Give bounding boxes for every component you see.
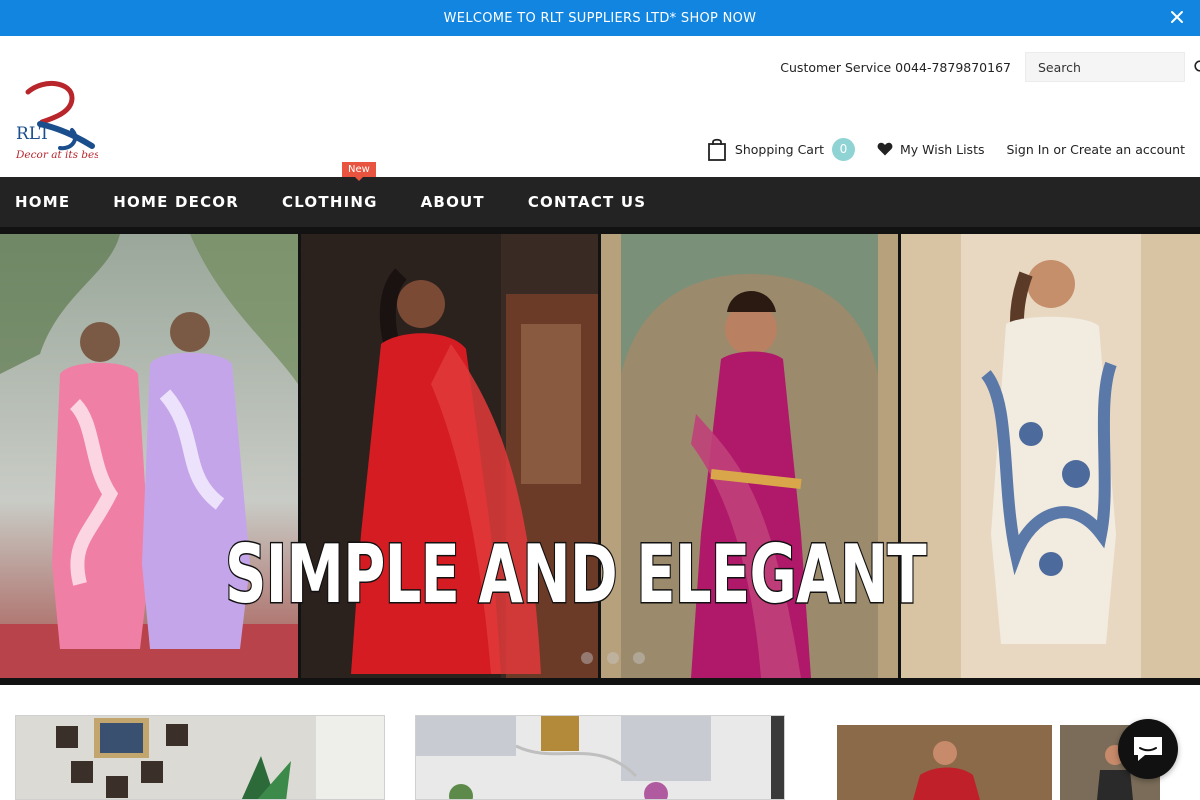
slider-dots xyxy=(581,652,645,664)
logo-mark: RLT Decor at its best xyxy=(15,80,105,161)
chat-button[interactable] xyxy=(1118,719,1178,779)
logo-tagline: Decor at its best xyxy=(15,149,98,161)
chat-icon xyxy=(1134,737,1162,761)
logo-wordmark: RLT xyxy=(16,124,51,144)
cart-link[interactable]: Shopping Cart 0 xyxy=(707,137,855,161)
hero-slider[interactable]: SIMPLE AND ELEGANT xyxy=(0,227,1200,685)
announcement-bar[interactable]: WELCOME TO RLT SUPPLIERS LTD* SHOP NOW xyxy=(0,0,1200,36)
announcement-text[interactable]: WELCOME TO RLT SUPPLIERS LTD* SHOP NOW xyxy=(444,11,757,26)
or-text: or xyxy=(1053,141,1067,157)
nav-item-home-decor[interactable]: HOME DECOR xyxy=(113,193,239,211)
new-badge: New xyxy=(342,162,376,181)
main-nav: HOME HOME DECOR CLOTHING New ABOUT CONTA… xyxy=(0,162,1200,227)
heart-icon xyxy=(877,142,893,156)
close-icon[interactable] xyxy=(1168,8,1186,26)
cart-count-badge: 0 xyxy=(832,137,855,161)
create-account-link[interactable]: Create an account xyxy=(1070,142,1185,157)
search-input[interactable] xyxy=(1026,53,1194,81)
wishlist-link[interactable]: My Wish Lists xyxy=(877,142,985,157)
hero-image-blue-floral-suit xyxy=(901,234,1200,678)
shopping-bag-icon xyxy=(707,138,726,161)
nav-item-home[interactable]: HOME xyxy=(15,193,70,211)
search-icon[interactable] xyxy=(1194,59,1200,75)
nav-item-contact-us[interactable]: CONTACT US xyxy=(528,193,646,211)
slider-dot-1[interactable] xyxy=(581,652,593,664)
cart-label[interactable]: Shopping Cart xyxy=(735,142,824,157)
search-box[interactable] xyxy=(1025,52,1200,82)
nav-item-about[interactable]: ABOUT xyxy=(421,193,485,211)
header-userline: Shopping Cart 0 My Wish Lists Sign In or… xyxy=(707,137,1185,161)
slider-dot-2[interactable] xyxy=(607,652,619,664)
nav-item-clothing[interactable]: CLOTHING New xyxy=(282,162,378,211)
header-topline: Customer Service 0044-7879870167 xyxy=(780,52,1200,82)
promo-tile-kitchen[interactable] xyxy=(415,715,785,800)
logo[interactable]: RLT Decor at its best xyxy=(14,80,105,164)
wishlist-label[interactable]: My Wish Lists xyxy=(900,142,985,157)
customer-service: Customer Service 0044-7879870167 xyxy=(780,59,1011,75)
site-header: RLT Decor at its best Customer Service 0… xyxy=(0,36,1200,177)
promo-tile-home-decor[interactable] xyxy=(15,715,385,800)
hero-caption: SIMPLE AND ELEGANT xyxy=(224,528,928,621)
slider-dot-3[interactable] xyxy=(633,652,645,664)
account-links: Sign In or Create an account xyxy=(1007,142,1186,157)
sign-in-link[interactable]: Sign In xyxy=(1007,142,1050,157)
